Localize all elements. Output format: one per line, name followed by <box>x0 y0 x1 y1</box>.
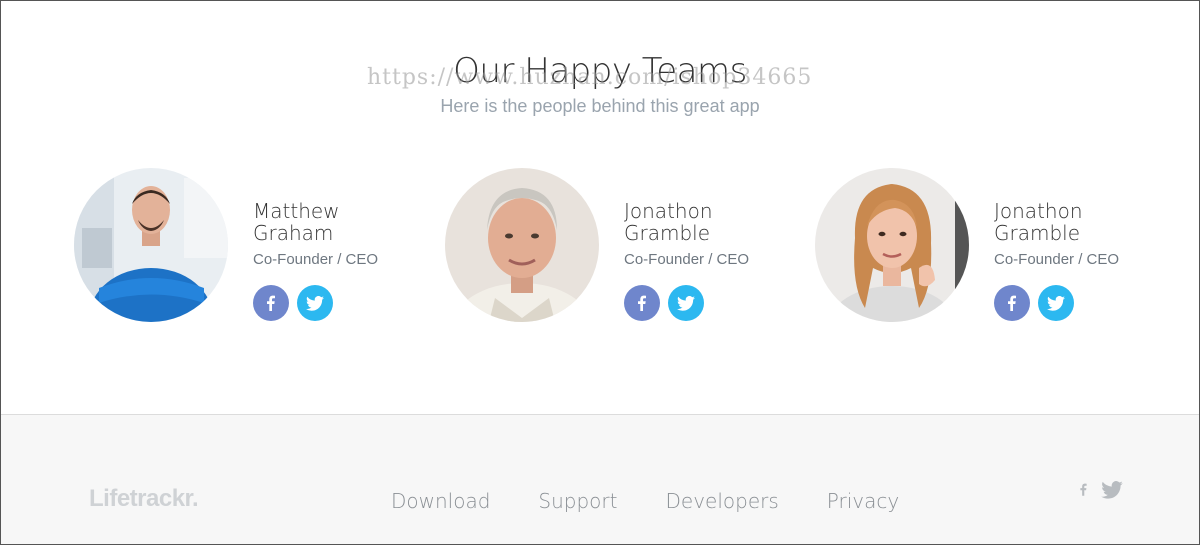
facebook-button[interactable] <box>624 285 660 321</box>
member-social-links <box>624 285 704 321</box>
facebook-icon <box>1008 295 1016 311</box>
twitter-icon <box>1047 295 1065 311</box>
member-role: Co-Founder / CEO <box>253 251 379 268</box>
footer-social-links <box>1078 479 1123 500</box>
facebook-icon <box>267 295 275 311</box>
twitter-button[interactable] <box>297 285 333 321</box>
watermark-text: https://www.huzhan.com/ishop34665 <box>367 65 813 90</box>
footer-link-support[interactable]: Support <box>538 489 617 513</box>
footer-link-privacy[interactable]: Privacy <box>827 489 899 513</box>
member-role: Co-Founder / CEO <box>624 251 750 268</box>
facebook-button[interactable] <box>253 285 289 321</box>
twitter-icon <box>306 295 324 311</box>
twitter-icon <box>677 295 695 311</box>
member-name: Matthew Graham <box>253 199 340 245</box>
twitter-button[interactable] <box>668 285 704 321</box>
twitter-button[interactable] <box>1038 285 1074 321</box>
person-photo-older-man-icon <box>445 168 599 322</box>
facebook-button[interactable] <box>994 285 1030 321</box>
avatar <box>445 168 599 322</box>
facebook-icon <box>638 295 646 311</box>
footer-logo[interactable]: Lifetrackr. <box>89 485 199 513</box>
team-member-card: Jonathon Gramble Co-Founder / CEO <box>815 168 1145 328</box>
avatar <box>74 168 228 322</box>
member-name: Jonathon Gramble <box>624 199 713 245</box>
footer-link-download[interactable]: Download <box>391 489 490 513</box>
team-section: Our Happy Teams https://www.huzhan.com/i… <box>1 1 1199 414</box>
twitter-icon[interactable] <box>1101 480 1123 499</box>
member-social-links <box>253 285 333 321</box>
footer-nav: Download Support Developers Privacy <box>391 489 899 513</box>
member-social-links <box>994 285 1074 321</box>
team-member-card: Jonathon Gramble Co-Founder / CEO <box>445 168 775 328</box>
footer-link-developers[interactable]: Developers <box>665 489 778 513</box>
facebook-icon[interactable] <box>1078 479 1089 500</box>
member-name: Jonathon Gramble <box>994 199 1083 245</box>
person-photo-woman-icon <box>815 168 969 322</box>
team-member-card: Matthew Graham Co-Founder / CEO <box>74 168 404 328</box>
avatar <box>815 168 969 322</box>
section-subtitle: Here is the people behind this great app <box>440 96 760 116</box>
person-photo-man-icon <box>74 168 228 322</box>
member-role: Co-Founder / CEO <box>994 251 1120 268</box>
footer: Lifetrackr. Download Support Developers … <box>1 414 1199 544</box>
